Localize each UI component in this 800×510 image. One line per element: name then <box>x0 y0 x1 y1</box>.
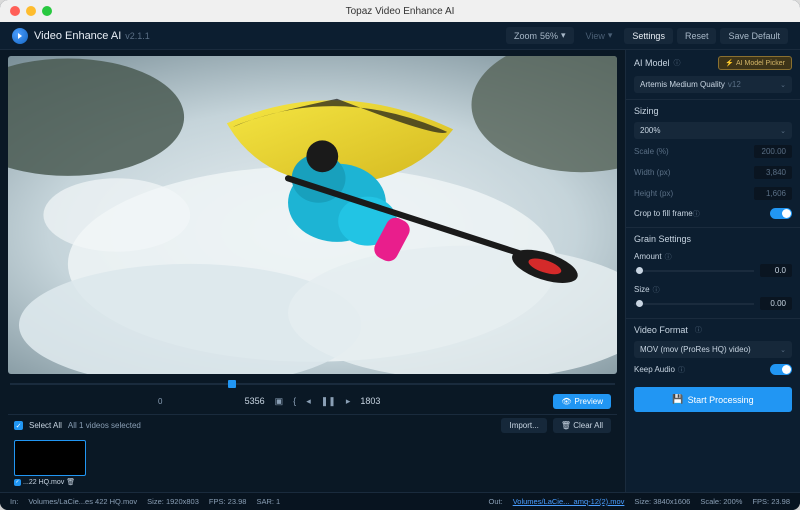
app-logo-icon <box>12 28 28 44</box>
import-button[interactable]: Import... <box>501 418 546 433</box>
output-path-link[interactable]: Volumes/LaCie..._amq-12(2).mov <box>513 497 625 506</box>
playbar: 0 5356 ▣ { ◂ ❚❚ ▸ 1803 👁 Preview <box>8 390 617 412</box>
grain-header: Grain Settings <box>634 234 691 244</box>
info-icon[interactable]: ⓘ <box>695 325 702 335</box>
preview-button[interactable]: 👁 Preview <box>553 394 611 409</box>
timeline[interactable] <box>10 380 615 388</box>
time-start: 0 <box>158 397 162 406</box>
chevron-down-icon: ▾ <box>608 30 613 41</box>
chevron-down-icon: ⌄ <box>780 127 786 135</box>
step-forward-icon[interactable]: ▸ <box>346 396 351 407</box>
app-body: 0 5356 ▣ { ◂ ❚❚ ▸ 1803 👁 Preview ✓ Selec… <box>0 50 800 492</box>
thumb-checkbox[interactable]: ✓ <box>14 479 21 486</box>
frame-other: 1803 <box>360 396 380 406</box>
pause-icon[interactable]: ❚❚ <box>321 396 336 407</box>
zoom-control[interactable]: Zoom 56% ▾ <box>506 27 574 44</box>
keep-audio-toggle[interactable] <box>770 364 792 375</box>
app-window: Topaz Video Enhance AI Video Enhance AI … <box>0 0 800 510</box>
sidebar: AI Model ⓘ ⚡ AI Model Picker Artemis Med… <box>625 50 800 492</box>
chevron-down-icon: ⌄ <box>780 346 786 354</box>
input-path: Volumes/LaCie...es 422 HQ.mov <box>28 497 137 506</box>
ai-model-picker-button[interactable]: ⚡ AI Model Picker <box>718 56 792 70</box>
app-name: Video Enhance AI <box>34 30 121 42</box>
video-preview[interactable] <box>8 56 617 374</box>
close-icon[interactable] <box>10 6 20 16</box>
app-header: Video Enhance AI v2.1.1 Zoom 56% ▾ View … <box>0 22 800 50</box>
timeline-track <box>10 383 615 385</box>
info-icon[interactable]: ⓘ <box>653 285 660 295</box>
clear-all-button[interactable]: 🗑 Clear All <box>553 418 611 433</box>
minimize-icon[interactable] <box>26 6 36 16</box>
preview-image <box>8 56 617 374</box>
thumbnail-image <box>14 440 86 476</box>
format-dropdown[interactable]: MOV (mov (ProRes HQ) video) ⌄ <box>634 341 792 358</box>
info-icon[interactable]: ⓘ <box>693 209 700 219</box>
status-bar: In: Volumes/LaCie...es 422 HQ.mov Size: … <box>0 492 800 510</box>
scale-field[interactable]: 200.00 <box>754 145 792 158</box>
trash-icon[interactable]: 🗑 <box>66 478 75 486</box>
chevron-down-icon: ▾ <box>561 30 566 41</box>
info-icon[interactable]: ⓘ <box>674 58 681 68</box>
amount-slider[interactable] <box>634 270 754 272</box>
timeline-handle[interactable] <box>228 380 236 388</box>
settings-button[interactable]: Settings <box>624 28 673 44</box>
ai-model-header: AI Model <box>634 58 670 68</box>
thumbnail-item[interactable]: ✓ ...22 HQ.mov 🗑 <box>14 440 86 488</box>
trash-icon: 🗑 <box>561 421 571 430</box>
selection-bar: ✓ Select All All 1 videos selected Impor… <box>8 414 617 436</box>
thumbnail-label: ✓ ...22 HQ.mov 🗑 <box>14 476 86 488</box>
info-icon[interactable]: ⓘ <box>665 252 672 262</box>
height-field[interactable]: 1,606 <box>754 187 792 200</box>
view-control[interactable]: View ▾ <box>578 27 621 44</box>
format-header: Video Format <box>634 325 688 335</box>
frame-current: 5356 <box>245 396 265 406</box>
chevron-down-icon: ⌄ <box>780 81 786 89</box>
save-default-button[interactable]: Save Default <box>720 28 788 44</box>
selection-count: All 1 videos selected <box>68 421 141 430</box>
bolt-icon: ⚡ <box>725 59 734 67</box>
save-icon: 💾 <box>672 394 683 405</box>
main-panel: 0 5356 ▣ { ◂ ❚❚ ▸ 1803 👁 Preview ✓ Selec… <box>0 50 625 492</box>
info-icon[interactable]: ⓘ <box>678 365 685 375</box>
start-processing-button[interactable]: 💾 Start Processing <box>634 387 792 412</box>
app-version: v2.1.1 <box>125 31 150 41</box>
select-all-label: Select All <box>29 421 62 430</box>
sizing-header: Sizing <box>634 106 659 116</box>
select-all-checkbox[interactable]: ✓ <box>14 421 23 430</box>
thumbnail-strip: ✓ ...22 HQ.mov 🗑 <box>8 436 617 492</box>
window-title: Topaz Video Enhance AI <box>346 6 455 17</box>
window-controls <box>10 6 52 16</box>
reset-button[interactable]: Reset <box>677 28 717 44</box>
size-slider[interactable] <box>634 303 754 305</box>
eye-icon: 👁 <box>561 397 571 406</box>
camera-icon[interactable]: ▣ <box>275 396 284 407</box>
step-back-icon[interactable]: ◂ <box>306 396 311 407</box>
sizing-preset-dropdown[interactable]: 200% ⌄ <box>634 122 792 139</box>
maximize-icon[interactable] <box>42 6 52 16</box>
ai-model-dropdown[interactable]: Artemis Medium Quality v12 ⌄ <box>634 76 792 93</box>
width-field[interactable]: 3,840 <box>754 166 792 179</box>
bracket-left-icon[interactable]: { <box>293 396 296 406</box>
titlebar: Topaz Video Enhance AI <box>0 0 800 22</box>
crop-toggle[interactable] <box>770 208 792 219</box>
